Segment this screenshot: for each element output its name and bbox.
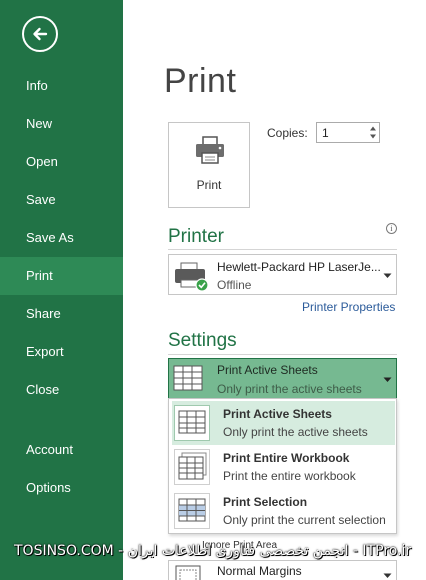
- printer-offline-icon: [175, 262, 209, 292]
- option-title: Print Entire Workbook: [223, 451, 350, 465]
- printer-name: Hewlett-Packard HP LaserJe...: [217, 260, 381, 274]
- nav-options[interactable]: Options: [0, 469, 123, 507]
- settings-heading: Settings: [168, 330, 237, 351]
- back-arrow-icon: [33, 27, 48, 41]
- nav-save-as[interactable]: Save As: [0, 219, 123, 257]
- printer-properties-link[interactable]: Printer Properties: [302, 300, 395, 314]
- nav-account[interactable]: Account: [0, 431, 123, 469]
- printer-icon: [196, 136, 224, 164]
- nav-info[interactable]: Info: [0, 67, 123, 105]
- printer-dropdown[interactable]: Hewlett-Packard HP LaserJe... Offline: [168, 254, 397, 295]
- margins-icon: [175, 565, 201, 580]
- option-subtitle: Only print the current selection: [223, 513, 386, 527]
- print-button[interactable]: Print: [168, 122, 250, 208]
- nav-export[interactable]: Export: [0, 333, 123, 371]
- decrement-icon[interactable]: [368, 132, 378, 141]
- chevron-down-icon: [383, 573, 392, 578]
- option-title: Print Active Sheets: [223, 407, 332, 421]
- nav-share[interactable]: Share: [0, 295, 123, 333]
- option-subtitle: Print the entire workbook: [223, 469, 356, 483]
- printer-status: Offline: [217, 278, 252, 292]
- option-subtitle: Only print the active sheets: [223, 425, 368, 439]
- info-icon[interactable]: i: [386, 223, 397, 234]
- chevron-down-icon: [383, 377, 392, 382]
- nav-open[interactable]: Open: [0, 143, 123, 181]
- option-print-entire-workbook[interactable]: Print Entire Workbook Print the entire w…: [172, 445, 395, 489]
- sheet-grid-icon: [173, 365, 203, 391]
- back-button[interactable]: [22, 16, 58, 52]
- print-what-menu: Print Active Sheets Only print the activ…: [168, 398, 397, 534]
- nav-new[interactable]: New: [0, 105, 123, 143]
- settings-divider: [168, 354, 397, 355]
- print-what-dropdown[interactable]: Print Active Sheets Only print the activ…: [168, 358, 397, 399]
- active-sheets-icon: [174, 405, 210, 441]
- option-title: Print Selection: [223, 495, 308, 509]
- backstage-sidebar: Info New Open Save Save As Print Share E…: [0, 0, 123, 580]
- page-title: Print: [164, 62, 237, 100]
- selected-option-title: Print Active Sheets: [217, 363, 318, 377]
- watermark-text: TOSINSO.COM - انجمن تخصصی فناوری اطلاعات…: [14, 543, 412, 559]
- print-button-label: Print: [196, 178, 222, 192]
- workbook-icon: [174, 449, 210, 485]
- margins-dropdown[interactable]: Normal Margins: [168, 560, 397, 580]
- printer-divider: [168, 249, 397, 250]
- copies-label: Copies:: [267, 126, 308, 140]
- chevron-down-icon: [383, 273, 392, 278]
- selected-option-subtitle: Only print the active sheets: [217, 382, 362, 396]
- selection-icon: [174, 493, 210, 529]
- option-print-active-sheets[interactable]: Print Active Sheets Only print the activ…: [172, 401, 395, 445]
- nav-print[interactable]: Print: [0, 257, 123, 295]
- option-print-selection[interactable]: Print Selection Only print the current s…: [172, 489, 395, 533]
- nav-close[interactable]: Close: [0, 371, 123, 409]
- printer-heading: Printer: [168, 226, 224, 247]
- copies-value[interactable]: 1: [322, 126, 329, 140]
- nav-save[interactable]: Save: [0, 181, 123, 219]
- copies-stepper[interactable]: 1: [316, 122, 380, 143]
- margins-title: Normal Margins: [217, 564, 302, 578]
